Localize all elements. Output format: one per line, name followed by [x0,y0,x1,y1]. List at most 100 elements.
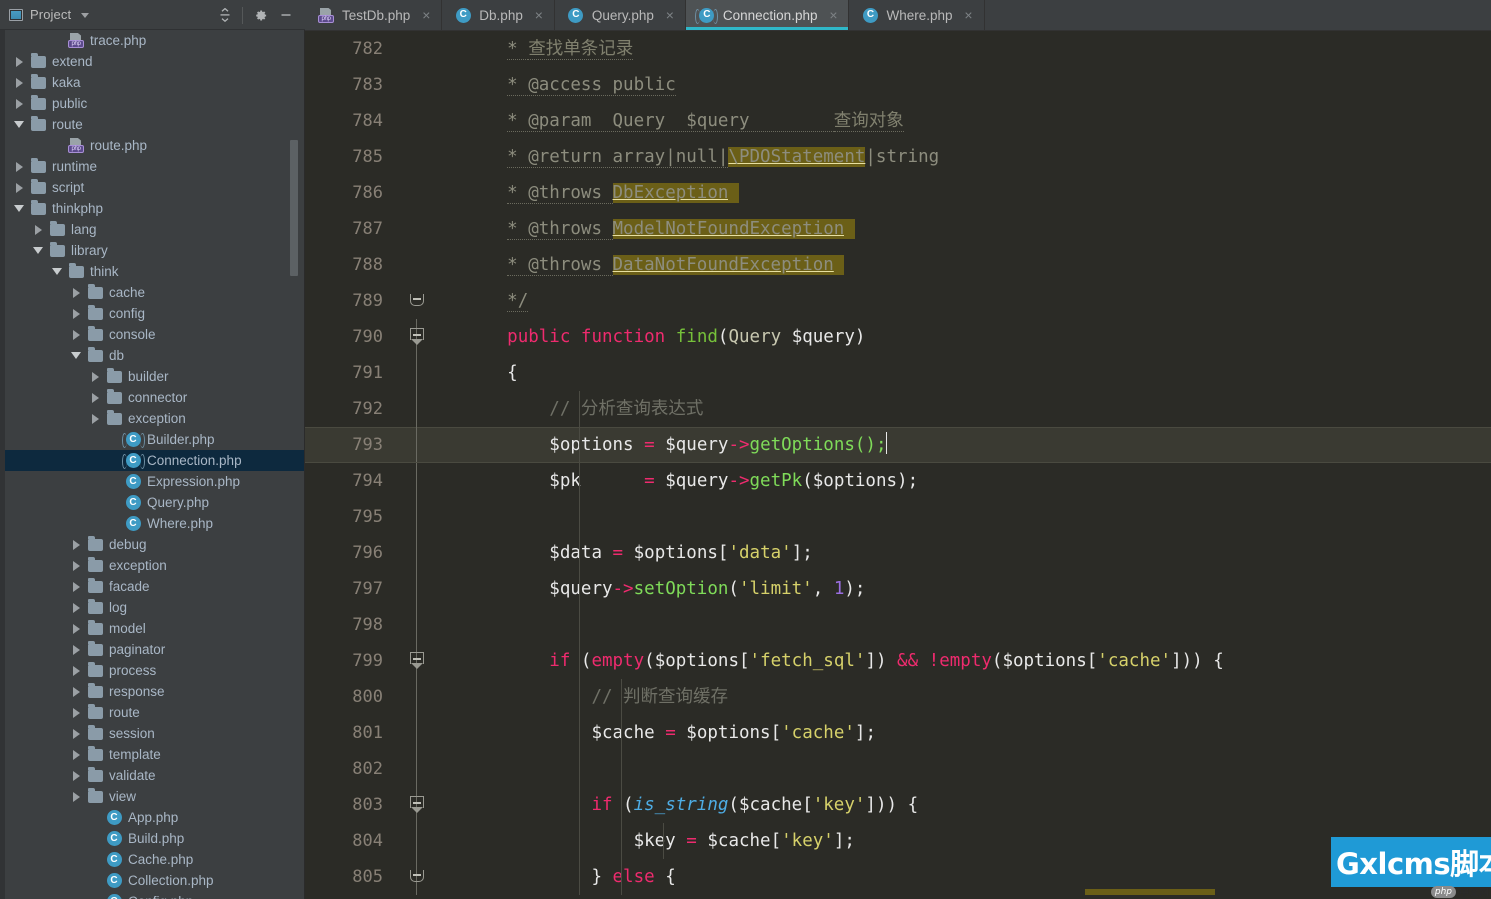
collapse-toggle[interactable] [48,268,66,275]
code-text[interactable]: * @throws ModelNotFoundException [465,211,1491,247]
tree-item-kaka[interactable]: kaka [5,72,304,93]
tree-item-script[interactable]: script [5,177,304,198]
tree-item-connector[interactable]: connector [5,387,304,408]
expand-toggle[interactable] [67,602,85,613]
tree-item-response[interactable]: response [5,681,304,702]
tree-item-db[interactable]: db [5,345,304,366]
code-line[interactable]: 789 */ [305,283,1491,319]
expand-toggle[interactable] [67,749,85,760]
code-line[interactable]: 787 * @throws ModelNotFoundException [305,211,1491,247]
chevron-right-icon[interactable] [72,287,80,298]
expand-toggle[interactable] [86,371,104,382]
editor-gutter[interactable] [405,463,465,499]
code-line[interactable]: 802 [305,751,1491,787]
tree-item-cache[interactable]: cache [5,282,304,303]
tree-item-library[interactable]: library [5,240,304,261]
tree-item-think[interactable]: think [5,261,304,282]
editor-gutter[interactable] [405,715,465,751]
tree-item-expression-php[interactable]: C Expression.php [5,471,304,492]
editor-gutter[interactable] [405,175,465,211]
close-icon[interactable]: × [420,8,432,22]
tree-item-exception[interactable]: exception [5,408,304,429]
tree-item-facade[interactable]: facade [5,576,304,597]
expand-toggle[interactable] [67,707,85,718]
tree-item-log[interactable]: log [5,597,304,618]
code-line[interactable]: 800 // 判断查询缓存 [305,679,1491,715]
code-text[interactable]: * @throws DbException [465,175,1491,211]
expand-toggle[interactable] [10,161,28,172]
chevron-right-icon[interactable] [72,560,80,571]
code-text[interactable]: // 分析查询表达式 [465,391,1491,427]
code-line[interactable]: 798 [305,607,1491,643]
chevron-right-icon[interactable] [72,749,80,760]
close-icon[interactable]: × [664,8,676,22]
code-line[interactable]: 801 $cache = $options['cache']; [305,715,1491,751]
code-text[interactable]: * 查找单条记录 [465,31,1491,67]
code-line[interactable]: 796 $data = $options['data']; [305,535,1491,571]
chevron-right-icon[interactable] [72,329,80,340]
code-text[interactable] [465,499,1491,535]
chevron-right-icon[interactable] [72,665,80,676]
code-text[interactable]: if (is_string($cache['key'])) { [465,787,1491,823]
expand-toggle[interactable] [67,329,85,340]
chevron-right-icon[interactable] [72,644,80,655]
close-icon[interactable]: × [827,8,839,22]
tree-item-route[interactable]: route [5,702,304,723]
expand-toggle[interactable] [67,581,85,592]
code-line[interactable]: 790 public function find(Query $query) [305,319,1491,355]
chevron-right-icon[interactable] [72,707,80,718]
tree-item-public[interactable]: public [5,93,304,114]
editor-gutter[interactable] [405,787,465,823]
editor-gutter[interactable] [405,751,465,787]
expand-toggle[interactable] [86,413,104,424]
chevron-right-icon[interactable] [15,161,23,172]
chevron-down-icon[interactable] [52,268,62,275]
editor-gutter[interactable] [405,355,465,391]
expand-toggle[interactable] [67,686,85,697]
tree-item-thinkphp[interactable]: thinkphp [5,198,304,219]
expand-toggle[interactable] [67,644,85,655]
editor-gutter[interactable] [405,31,465,67]
tree-item-process[interactable]: process [5,660,304,681]
code-text[interactable] [465,751,1491,787]
chevron-right-icon[interactable] [72,686,80,697]
close-icon[interactable]: × [533,8,545,22]
chevron-right-icon[interactable] [72,791,80,802]
code-text[interactable]: // 判断查询缓存 [465,679,1491,715]
editor-gutter[interactable] [405,643,465,679]
code-line[interactable]: 784 * @param Query $query 查询对象 [305,103,1491,139]
gear-icon[interactable] [247,2,273,28]
chevron-down-icon[interactable] [14,205,24,212]
editor-gutter[interactable] [405,571,465,607]
code-text[interactable]: */ [465,283,1491,319]
code-line[interactable]: 797 $query->setOption('limit', 1); [305,571,1491,607]
code-text[interactable]: * @throws DataNotFoundException [465,247,1491,283]
tree-item-lang[interactable]: lang [5,219,304,240]
expand-toggle[interactable] [67,308,85,319]
chevron-right-icon[interactable] [72,623,80,634]
tree-item-model[interactable]: model [5,618,304,639]
collapse-all-icon[interactable] [212,2,238,28]
editor-gutter[interactable] [405,283,465,319]
code-text[interactable]: public function find(Query $query) [465,319,1491,355]
tree-item-extend[interactable]: extend [5,51,304,72]
tree-item-exception[interactable]: exception [5,555,304,576]
editor-tab-connection-php[interactable]: C Connection.php × [685,0,850,30]
tree-item-paginator[interactable]: paginator [5,639,304,660]
chevron-right-icon[interactable] [72,770,80,781]
code-text[interactable]: $cache = $options['cache']; [465,715,1491,751]
code-text[interactable]: * @param Query $query 查询对象 [465,103,1491,139]
fold-marker-icon[interactable] [410,796,424,813]
chevron-right-icon[interactable] [91,413,99,424]
collapse-toggle[interactable] [10,121,28,128]
editor-tab-testdb-php[interactable]: php TestDb.php × [305,0,443,30]
code-line[interactable]: 791 { [305,355,1491,391]
tree-item-builder[interactable]: builder [5,366,304,387]
editor-gutter[interactable] [405,319,465,355]
expand-toggle[interactable] [29,224,47,235]
code-line[interactable]: 803 if (is_string($cache['key'])) { [305,787,1491,823]
expand-toggle[interactable] [67,770,85,781]
minimize-icon[interactable] [273,2,299,28]
tree-item-collection-php[interactable]: C Collection.php [5,870,304,891]
chevron-down-icon[interactable] [14,121,24,128]
